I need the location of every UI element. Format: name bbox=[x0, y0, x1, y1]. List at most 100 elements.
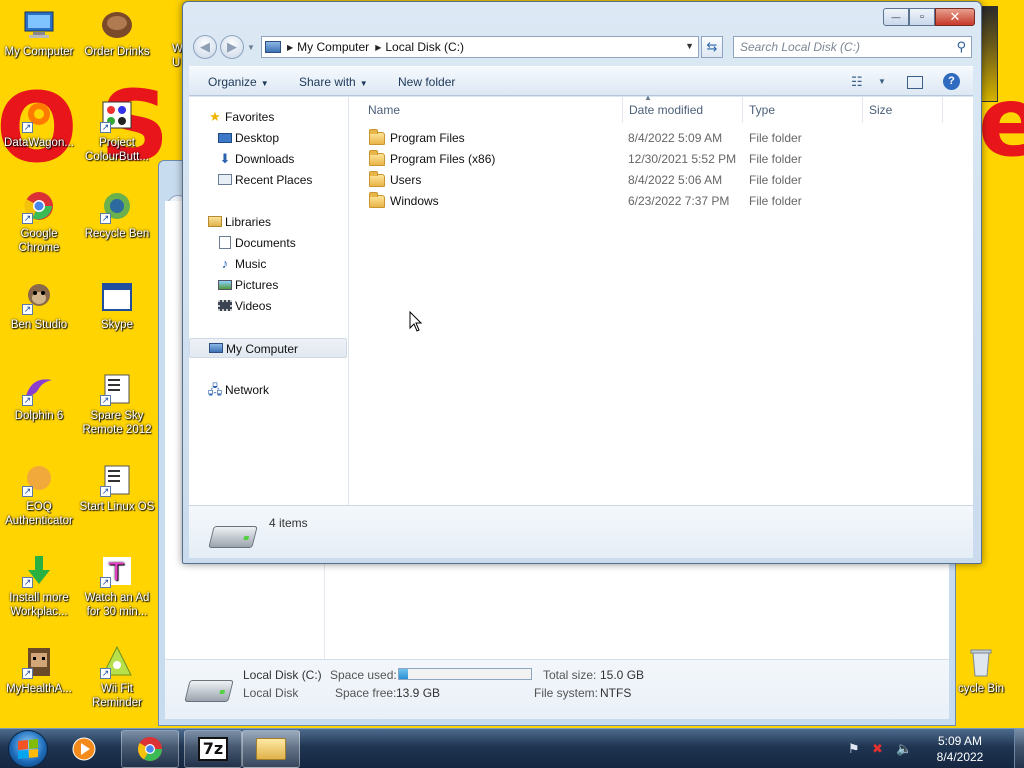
nav-libraries[interactable]: Libraries bbox=[189, 212, 347, 232]
desktop-icon-recycle-bin[interactable]: cycle Bin bbox=[952, 645, 1024, 696]
nav-videos[interactable]: Videos bbox=[189, 296, 347, 316]
file-type: File folder bbox=[749, 194, 802, 208]
breadcrumb-my-computer[interactable]: My Computer bbox=[297, 40, 369, 54]
forward-arrow-icon: ▶ bbox=[227, 39, 237, 54]
nav-my-computer[interactable]: My Computer bbox=[189, 338, 347, 358]
nav-documents-label: Documents bbox=[235, 236, 296, 250]
close-button[interactable]: ✕ bbox=[935, 8, 975, 26]
view-chevron-down-icon[interactable]: ▼ bbox=[878, 77, 886, 86]
preview-pane-icon[interactable] bbox=[907, 76, 923, 89]
desktop-icon-dolphin[interactable]: ↗ Dolphin 6 bbox=[0, 372, 78, 423]
desktop-icon-order-drinks[interactable]: Order Drinks bbox=[78, 8, 156, 59]
address-dropdown-icon[interactable]: ▼ bbox=[685, 41, 694, 51]
pictures-icon bbox=[217, 278, 233, 292]
show-desktop-button[interactable] bbox=[1014, 729, 1024, 768]
desktop-icon-google-chrome[interactable]: ↗ Google Chrome bbox=[0, 190, 78, 255]
videos-icon bbox=[217, 299, 233, 313]
nav-libraries-label: Libraries bbox=[225, 215, 272, 229]
nav-favorites[interactable]: ★ Favorites bbox=[189, 107, 347, 127]
file-row[interactable]: Program Files (x86) 12/30/2021 5:52 PM F… bbox=[350, 149, 973, 170]
nav-music[interactable]: ♪ Music bbox=[189, 254, 347, 274]
taskbar: 7z ⚑ ✖ 🔈 5:09 AM 8/4/2022 bbox=[0, 728, 1024, 768]
search-icon[interactable]: ⚲ bbox=[956, 39, 966, 55]
desktop-icon-project-colourbutt[interactable]: ↗ Project ColourButt... bbox=[78, 99, 156, 164]
nav-downloads[interactable]: ⬇ Downloads bbox=[189, 149, 347, 169]
nav-documents[interactable]: Documents bbox=[189, 233, 347, 253]
forward-button[interactable]: ▶ bbox=[220, 35, 244, 59]
file-row[interactable]: Program Files 8/4/2022 5:09 AM File fold… bbox=[350, 128, 973, 149]
new-folder-label: New folder bbox=[398, 75, 456, 89]
maximize-button[interactable]: ▫ bbox=[909, 8, 935, 26]
skype-window-icon bbox=[100, 281, 134, 315]
network-warning-icon[interactable]: ✖ bbox=[872, 741, 883, 757]
desktop-icon-spare-sky-remote[interactable]: ↗ Spare Sky Remote 2012 bbox=[78, 372, 156, 437]
desktop-icon-my-computer[interactable]: My Computer bbox=[0, 8, 78, 59]
desktop-icon-eoq-authenticator[interactable]: ↗ EOQ Authenticator bbox=[0, 463, 78, 528]
nav-network[interactable]: 🖧 Network bbox=[189, 380, 347, 400]
clock[interactable]: 5:09 AM 8/4/2022 bbox=[930, 733, 990, 765]
start-button[interactable] bbox=[8, 730, 48, 768]
file-date: 8/4/2022 5:09 AM bbox=[628, 131, 723, 145]
search-input[interactable]: Search Local Disk (C:) ⚲ bbox=[733, 36, 972, 58]
column-header-size[interactable]: Size bbox=[863, 97, 943, 123]
organize-button[interactable]: Organize ▼ bbox=[208, 75, 269, 89]
chrome-icon: ↗ bbox=[22, 190, 56, 224]
desktop-icon-wii-fit-reminder[interactable]: ↗ Wii Fit Reminder bbox=[78, 645, 156, 710]
chrome-icon bbox=[137, 737, 162, 762]
nav-videos-label: Videos bbox=[235, 299, 272, 313]
action-center-icon[interactable]: ⚑ bbox=[848, 741, 860, 757]
refresh-button[interactable]: ⇆ bbox=[701, 36, 723, 58]
desktop-icon-label: Wii Fit Reminder bbox=[92, 683, 142, 709]
desktop-icon-partial[interactable]: W U bbox=[156, 8, 182, 70]
back-button[interactable]: ◀ bbox=[193, 35, 217, 59]
file-type: File folder bbox=[749, 173, 802, 187]
recent-pages-dropdown[interactable]: ▼ bbox=[247, 43, 255, 52]
desktop-icon-label: EOQ Authenticator bbox=[5, 501, 73, 527]
shortcut-arrow-icon: ↗ bbox=[22, 668, 33, 679]
desktop-icon-install-more-workplace[interactable]: ↗ Install more Workplac... bbox=[0, 554, 78, 619]
desktop-icon-ben-studio[interactable]: ↗ Ben Studio bbox=[0, 281, 78, 332]
taskbar-explorer[interactable] bbox=[242, 730, 300, 768]
7zip-icon: 7z bbox=[198, 737, 228, 761]
taskbar-media-player[interactable] bbox=[70, 736, 98, 762]
column-header-type[interactable]: Type bbox=[743, 97, 863, 123]
desktop-icon-start-linux-os[interactable]: ↗ Start Linux OS bbox=[78, 463, 156, 514]
desktop-icon-watch-an-ad[interactable]: T ↗ Watch an Ad for 30 min... bbox=[78, 554, 156, 619]
space-free-label: Space free: bbox=[335, 686, 397, 700]
minimize-button[interactable]: — bbox=[883, 8, 909, 26]
desktop-icon-label: Dolphin 6 bbox=[14, 410, 64, 422]
item-count: 4 items bbox=[269, 516, 308, 530]
nav-pictures[interactable]: Pictures bbox=[189, 275, 347, 295]
file-row[interactable]: Users 8/4/2022 5:06 AM File folder bbox=[350, 170, 973, 191]
file-system-label: File system: bbox=[534, 686, 599, 700]
desktop-icon-myhealth[interactable]: ↗ MyHealthA... bbox=[0, 645, 78, 696]
taskbar-chrome[interactable] bbox=[121, 730, 179, 768]
command-bar: Organize ▼ Share with ▼ New folder ☷ ▼ ? bbox=[189, 66, 973, 96]
desktop-icon-recycle-ben[interactable]: ↗ Recycle Ben bbox=[78, 190, 156, 241]
folder-icon bbox=[369, 171, 385, 187]
share-with-button[interactable]: Share with ▼ bbox=[299, 75, 368, 89]
explorer-folder-icon bbox=[256, 738, 286, 760]
close-icon: ✕ bbox=[949, 9, 961, 24]
status-bar: 4 items bbox=[189, 505, 973, 558]
nav-music-label: Music bbox=[235, 257, 267, 271]
taskbar-7zip[interactable]: 7z bbox=[184, 730, 242, 768]
star-icon: ★ bbox=[209, 109, 221, 124]
desktop-icon-label: Ben Studio bbox=[10, 319, 68, 331]
column-header-date-modified[interactable]: Date modified bbox=[623, 97, 743, 123]
nav-recent-places[interactable]: Recent Places bbox=[189, 170, 347, 190]
file-system-value: NTFS bbox=[600, 686, 632, 700]
desktop-icon-datawagon[interactable]: ↗ DataWagon... bbox=[0, 99, 78, 150]
chevron-down-icon: ▼ bbox=[260, 79, 269, 88]
nav-desktop[interactable]: Desktop bbox=[189, 128, 347, 148]
view-options-icon[interactable]: ☷ bbox=[851, 74, 863, 90]
desktop-icon-skype[interactable]: Skype bbox=[78, 281, 156, 332]
file-row[interactable]: Windows 6/23/2022 7:37 PM File folder bbox=[350, 191, 973, 212]
explorer-window[interactable]: — ▫ ✕ ◀ ▶ ▼ ▶ My Computer ▶ Local Disk (… bbox=[182, 1, 982, 564]
volume-icon[interactable]: 🔈 bbox=[896, 741, 912, 757]
column-header-name[interactable]: Name bbox=[362, 97, 623, 123]
breadcrumb-local-disk[interactable]: Local Disk (C:) bbox=[385, 40, 464, 54]
new-folder-button[interactable]: New folder bbox=[398, 75, 455, 89]
help-icon[interactable]: ? bbox=[943, 73, 960, 90]
address-bar[interactable]: ▶ My Computer ▶ Local Disk (C:) ▼ bbox=[261, 36, 699, 58]
